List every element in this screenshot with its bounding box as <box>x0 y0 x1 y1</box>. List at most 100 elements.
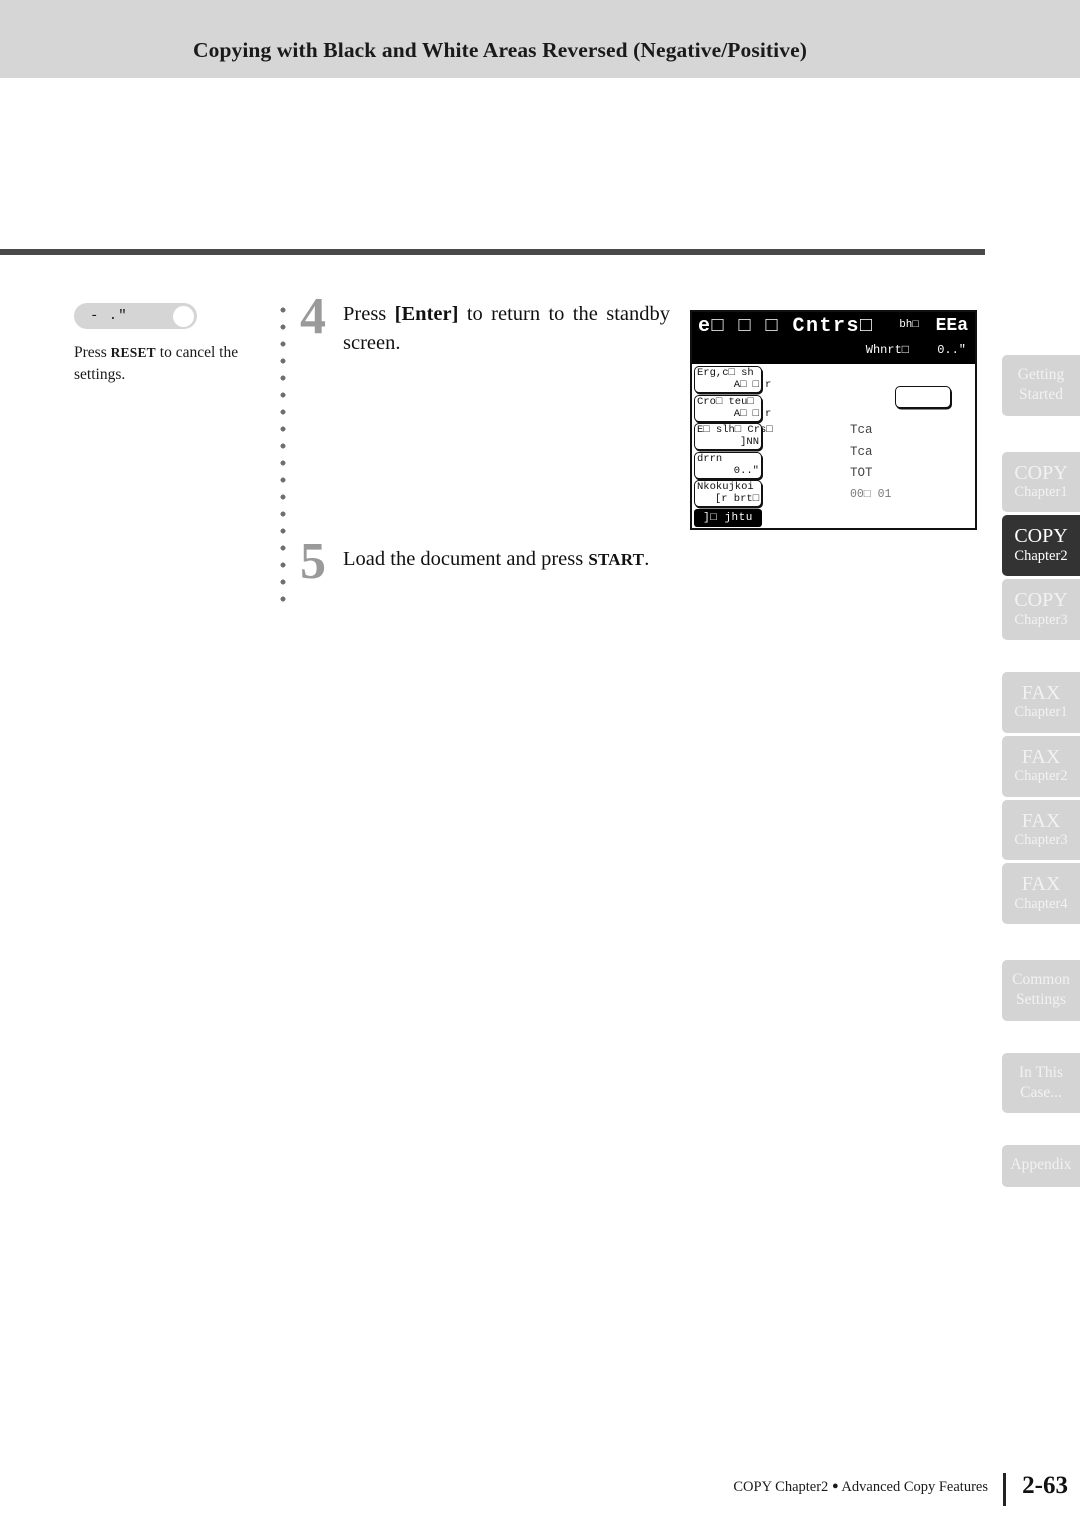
tab-in-this-case-sub: Case... <box>1020 1083 1062 1101</box>
lcd-button-3-line1: E□ slh□ Crs□ <box>697 424 773 436</box>
page-number: 2-63 <box>1022 1472 1068 1499</box>
tab-copy-chapter2[interactable]: COPY Chapter2 <box>1002 515 1080 577</box>
step-5: 5 Load the document and press START. <box>300 536 670 588</box>
tab-fax-chapter2-sub: Chapter2 <box>1014 768 1068 785</box>
tab-gap-9 <box>1002 1021 1080 1053</box>
tab-getting-started-sub: Started <box>1019 385 1063 403</box>
tab-fax-chapter1-main: FAX <box>1021 682 1061 704</box>
sidenote-prefix: Press <box>74 344 111 361</box>
step-4-text: Press [Enter] to return to the standby s… <box>343 300 670 358</box>
lcd-title: e□ □ □ Cntrs□ <box>698 315 874 338</box>
toggle-pill-label: - ." <box>90 308 128 324</box>
step-4: 4 Press [Enter] to return to the standby… <box>300 291 670 358</box>
tab-copy-chapter2-main: COPY <box>1014 525 1068 548</box>
tab-fax-chapter3-sub: Chapter3 <box>1014 831 1068 848</box>
sidenote-block: - ." Press RESET to cancel the settings. <box>74 303 274 386</box>
tab-copy-chapter3-sub: Chapter3 <box>1014 611 1068 628</box>
tab-copy-chapter1[interactable]: COPY Chapter1 <box>1002 451 1080 513</box>
step-4-key: [Enter] <box>394 303 459 325</box>
step-5-number: 5 <box>300 533 326 590</box>
tab-fax-chapter4-sub: Chapter4 <box>1014 895 1068 912</box>
tab-copy-chapter3-main: COPY <box>1014 589 1068 612</box>
tab-fax-chapter2[interactable]: FAX Chapter2 <box>1002 735 1080 797</box>
lcd-button-3[interactable]: E□ slh□ Crs□ ]NN <box>694 423 773 450</box>
tab-fax-chapter3[interactable]: FAX Chapter3 <box>1002 799 1080 861</box>
lcd-mode-sublabel: bh□ <box>899 319 919 331</box>
step-4-text-before: Press <box>343 303 395 325</box>
chapter-tab-rail: Getting Started COPY Chapter1 COPY Chapt… <box>1002 355 1080 1187</box>
tab-gap-1 <box>1002 416 1080 452</box>
tab-appendix[interactable]: Appendix <box>1002 1145 1080 1187</box>
lcd-body: Erg,c□ sh A□ □ r Cro□ teu□ A□ □ r E□ slh… <box>692 364 975 528</box>
lcd-button-4-line1: drrn <box>697 452 723 465</box>
lcd-button-1-line1: Erg,c□ sh <box>697 367 754 379</box>
step-5-key: START <box>588 550 645 569</box>
page-header-band: Copying with Black and White Areas Rever… <box>0 0 1080 78</box>
lcd-right-value-list: Tca Tca TOT 00□ 01 <box>850 420 891 504</box>
lcd-button-5[interactable]: Nkokujkoi [r brt□ <box>694 480 762 507</box>
tab-copy-chapter2-sub: Chapter2 <box>1014 547 1068 564</box>
lcd-right-counter: 00□ 01 <box>850 487 892 501</box>
tab-in-this-case-main: In This <box>1018 1063 1064 1081</box>
tab-fax-chapter3-main: FAX <box>1021 809 1061 832</box>
lcd-button-2[interactable]: Cro□ teu□ A□ □ r <box>694 394 771 422</box>
tab-copy-chapter1-sub: Chapter1 <box>1014 484 1068 501</box>
lcd-subrow-left: Whnrt□ <box>865 343 909 357</box>
tab-common-settings-sub: Settings <box>1016 990 1066 1008</box>
lcd-status-bar: ]□ jhtu <box>694 509 762 527</box>
dotted-divider <box>280 307 286 607</box>
footer-chapter: COPY Chapter2 <box>733 1479 829 1495</box>
step-5-text-after: . <box>644 548 650 570</box>
lcd-button-1-overflow: r <box>765 379 772 391</box>
tab-fax-chapter4[interactable]: FAX Chapter4 <box>1002 863 1080 925</box>
step-5-text-before: Load the document and press <box>343 548 589 570</box>
content-area: - ." Press RESET to cancel the settings.… <box>0 255 1000 1435</box>
lcd-button-3-line2: ]NN <box>740 436 759 448</box>
sidenote-text: Press RESET to cancel the settings. <box>74 342 269 386</box>
lcd-button-2-overflow: r <box>765 407 772 420</box>
toggle-knob-icon[interactable] <box>173 305 194 327</box>
tab-appendix-main: Appendix <box>1010 1156 1072 1174</box>
lcd-right-value-3: TOT <box>850 466 873 480</box>
page-footer: COPY Chapter2 ● Advanced Copy Features 2… <box>0 1470 1080 1510</box>
tab-gap-4 <box>1002 640 1080 672</box>
lcd-button-1[interactable]: Erg,c□ sh A□ □ r <box>694 366 771 393</box>
tab-getting-started[interactable]: Getting Started <box>1002 355 1080 416</box>
sidenote-key-reset: RESET <box>110 345 156 360</box>
tab-common-settings[interactable]: Common Settings <box>1002 960 1080 1021</box>
page-title: Copying with Black and White Areas Rever… <box>192 37 808 62</box>
footer-separator-bar <box>1003 1473 1006 1506</box>
tab-copy-chapter3[interactable]: COPY Chapter3 <box>1002 579 1080 640</box>
lcd-button-4-line2: 0.." <box>733 464 759 477</box>
tab-gap-8 <box>1002 924 1080 960</box>
tab-copy-chapter1-main: COPY <box>1014 461 1068 484</box>
lcd-button-2-line1: Cro□ teu□ <box>697 395 754 408</box>
manual-page: Copying with Black and White Areas Rever… <box>0 0 1080 1527</box>
footer-breadcrumb: COPY Chapter2 ● Advanced Copy Features <box>733 1479 988 1496</box>
tab-common-settings-main: Common <box>1012 971 1070 989</box>
tab-in-this-case[interactable]: In This Case... <box>1002 1052 1080 1114</box>
toggle-pill[interactable]: - ." <box>74 303 197 329</box>
lcd-button-column: Erg,c□ sh A□ □ r Cro□ teu□ A□ □ r E□ slh… <box>694 366 773 527</box>
lcd-top-bar: e□ □ □ Cntrs□ bh□ EEa Whnrt□ 0.." <box>692 312 975 364</box>
lcd-button-5-line1: Nkokujkoi <box>697 481 754 493</box>
lcd-right-value-1: Tca <box>850 423 873 437</box>
tab-fax-chapter1-sub: Chapter1 <box>1014 704 1068 721</box>
footer-bullet-icon: ● <box>831 1480 839 1492</box>
footer-section: Advanced Copy Features <box>841 1479 988 1495</box>
lcd-screen-illustration: e□ □ □ Cntrs□ bh□ EEa Whnrt□ 0.." Erg,c□… <box>690 310 977 530</box>
lcd-subrow-right: 0.." <box>937 343 966 357</box>
tab-gap-10 <box>1002 1113 1080 1145</box>
lcd-button-2-line2: A□ □ <box>733 407 759 420</box>
lcd-button-4[interactable]: drrn 0.." <box>694 451 762 479</box>
step-5-text: Load the document and press START. <box>343 545 670 574</box>
lcd-right-value-2: Tca <box>850 444 873 459</box>
tab-getting-started-main: Getting <box>1017 366 1065 383</box>
step-4-number: 4 <box>300 288 326 345</box>
lcd-button-5-line2: [r brt□ <box>714 493 759 505</box>
lcd-mode-label: EEa <box>935 316 968 336</box>
lcd-right-button[interactable] <box>895 386 951 408</box>
tab-fax-chapter1[interactable]: FAX Chapter1 <box>1002 672 1080 733</box>
tab-fax-chapter4-main: FAX <box>1021 873 1061 896</box>
lcd-button-1-line2: A□ □ <box>733 379 759 391</box>
